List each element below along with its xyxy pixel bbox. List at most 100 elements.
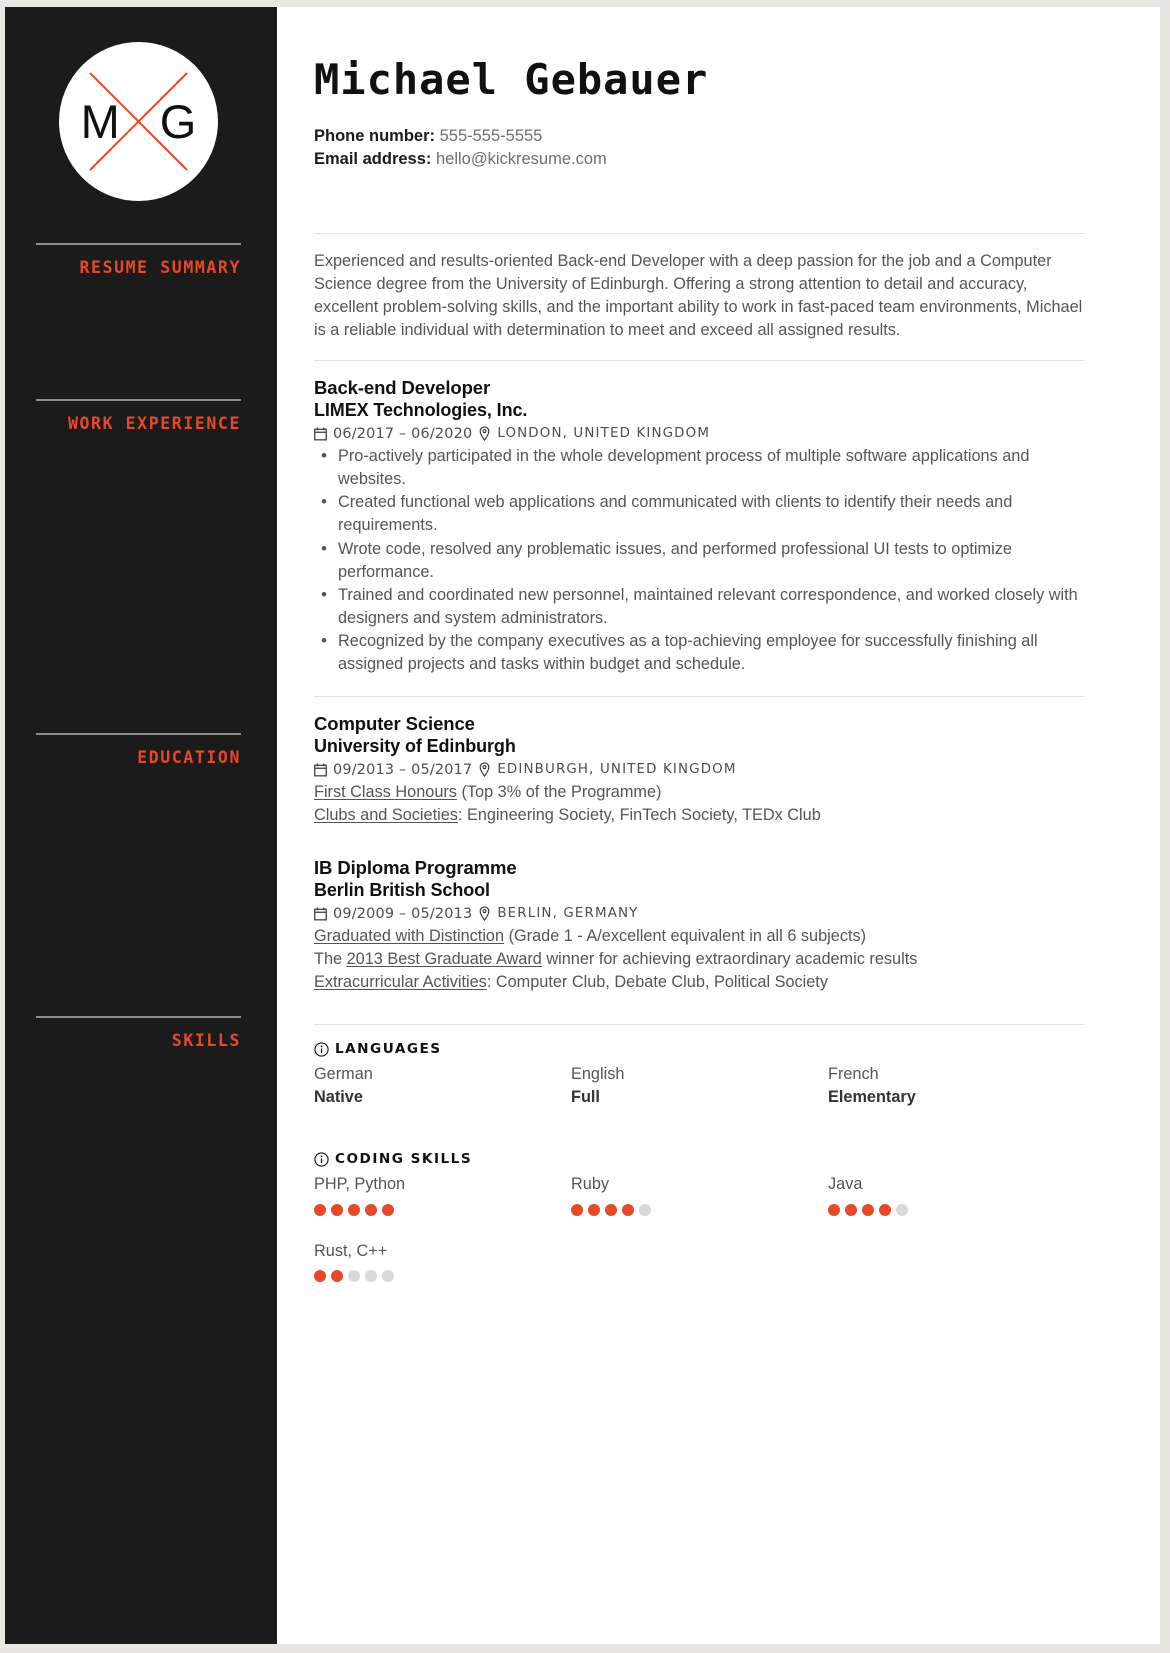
skill-name: Rust, C++ <box>314 1241 388 1260</box>
location-pin-icon <box>478 426 491 442</box>
avatar-initials: MG <box>80 95 237 148</box>
skill-rating-dots <box>828 1203 1075 1216</box>
skill-name: PHP, Python <box>314 1175 406 1194</box>
education-detail-emphasis: Graduated with Distinction <box>314 926 505 945</box>
education-detail-rest: winner for achieving extraordinary acade… <box>541 949 918 968</box>
language-item: English Full <box>571 1063 828 1109</box>
sidebar-divider <box>36 243 241 245</box>
sidebar-label-work-experience: WORK EXPERIENCE <box>67 414 241 433</box>
education-detail-rest: (Grade 1 - A/excellent equivalent in all… <box>504 926 867 945</box>
education-detail: Clubs and Societies: Engineering Society… <box>314 804 1085 827</box>
location-pin-icon <box>478 906 491 922</box>
sidebar-divider <box>36 399 241 401</box>
rating-dot-empty <box>382 1269 394 1282</box>
rating-dot-empty <box>639 1203 651 1216</box>
coding-skills-heading: CODING SKILLS <box>314 1151 1085 1167</box>
education-detail-emphasis: Clubs and Societies <box>314 806 458 825</box>
page-edge-bottom <box>0 1644 1170 1653</box>
work-meta: 06/2017 – 06/2020 LONDON, UNITED KINGDOM <box>314 426 1085 442</box>
education-entry: IB Diploma Programme Berlin British Scho… <box>314 857 1085 998</box>
location-pin-icon <box>478 762 491 778</box>
page-edge-right <box>1160 0 1170 1653</box>
education-location: EDINBURGH, UNITED KINGDOM <box>497 762 737 778</box>
education-dates: 09/2013 – 05/2017 <box>333 761 473 778</box>
sidebar-label-resume-summary: RESUME SUMMARY <box>79 258 241 277</box>
email-label: Email address: <box>314 150 432 169</box>
language-level: Elementary <box>828 1088 916 1107</box>
skill-item-empty <box>828 1240 1085 1282</box>
education-dates: 09/2009 – 05/2013 <box>333 905 473 922</box>
language-level: Full <box>571 1088 600 1107</box>
language-name: German <box>314 1065 373 1084</box>
avatar-wrap: MG <box>0 42 277 201</box>
work-location: LONDON, UNITED KINGDOM <box>497 426 711 442</box>
section-work-experience: Back-end Developer LIMEX Technologies, I… <box>314 361 1085 696</box>
skill-item: Java <box>828 1173 1085 1216</box>
education-detail-emphasis: First Class Honours <box>314 782 457 801</box>
education-detail-emphasis: Extracurricular Activities <box>314 972 487 991</box>
education-detail-prefix: The <box>314 949 347 968</box>
education-detail-emphasis: 2013 Best Graduate Award <box>346 949 542 968</box>
education-detail: Graduated with Distinction (Grade 1 - A/… <box>314 925 1085 948</box>
sidebar-item-skills: SKILLS <box>36 1016 241 1216</box>
languages-heading: LANGUAGES <box>314 1041 1085 1057</box>
page-title: Michael Gebauer <box>314 55 709 104</box>
work-bullet-list: Pro-actively participated in the whole d… <box>314 444 1085 676</box>
section-skills: LANGUAGES German Native English Full Fre… <box>314 1025 1085 1282</box>
language-name: English <box>571 1065 625 1084</box>
rating-dot-filled <box>365 1203 377 1216</box>
email-value: hello@kickresume.com <box>435 150 607 169</box>
education-school: Berlin British School <box>314 879 490 900</box>
skill-name: Ruby <box>571 1175 610 1194</box>
sidebar-sections: RESUME SUMMARY WORK EXPERIENCE EDUCATION… <box>0 243 277 1216</box>
language-name: French <box>828 1065 879 1084</box>
list-item: Wrote code, resolved any problematic iss… <box>314 537 1085 584</box>
sidebar-label-skills: SKILLS <box>171 1031 241 1050</box>
phone-value: 555-555-5555 <box>439 127 543 146</box>
list-item: Trained and coordinated new personnel, m… <box>314 583 1085 630</box>
rating-dot-filled <box>571 1203 583 1216</box>
education-school: University of Edinburgh <box>314 735 516 756</box>
info-icon <box>314 1152 329 1167</box>
education-meta: 09/2009 – 05/2013 BERLIN, GERMANY <box>314 906 1085 922</box>
education-meta: 09/2013 – 05/2017 EDINBURGH, UNITED KING… <box>314 762 1085 778</box>
education-detail: First Class Honours (Top 3% of the Progr… <box>314 781 1085 804</box>
rating-dot-filled <box>862 1203 874 1216</box>
rating-dot-filled <box>331 1203 343 1216</box>
list-item: Created functional web applications and … <box>314 490 1085 537</box>
education-detail: The 2013 Best Graduate Award winner for … <box>314 948 1085 971</box>
rating-dot-filled <box>314 1269 326 1282</box>
sidebar-divider <box>36 1016 241 1018</box>
contact-email: Email address: hello@kickresume.com <box>314 148 1085 171</box>
calendar-icon <box>314 907 327 921</box>
coding-skills-grid-row-2: Rust, C++ <box>314 1240 1085 1282</box>
education-detail-rest: : Engineering Society, FinTech Society, … <box>457 806 821 825</box>
language-item: German Native <box>314 1063 571 1109</box>
rating-dot-filled <box>605 1203 617 1216</box>
language-level: Native <box>314 1088 363 1107</box>
sidebar-item-education: EDUCATION <box>36 733 241 1016</box>
education-detail-rest: : Computer Club, Debate Club, Political … <box>486 972 828 991</box>
languages-grid: German Native English Full French Elemen… <box>314 1063 1085 1109</box>
rating-dot-empty <box>896 1203 908 1216</box>
work-entry: Back-end Developer LIMEX Technologies, I… <box>314 377 1085 680</box>
work-job-title: Back-end Developer <box>314 377 491 399</box>
education-degree: Computer Science <box>314 713 475 735</box>
skill-name: Java <box>828 1175 863 1194</box>
skill-rating-dots <box>314 1269 561 1282</box>
list-item: Recognized by the company executives as … <box>314 629 1085 676</box>
rating-dot-filled <box>382 1203 394 1216</box>
list-item: Pro-actively participated in the whole d… <box>314 444 1085 491</box>
skill-item-empty <box>571 1240 828 1282</box>
education-detail: Extracurricular Activities: Computer Clu… <box>314 971 1085 994</box>
page-edge-top <box>0 0 1170 7</box>
skill-rating-dots <box>571 1203 818 1216</box>
rating-dot-filled <box>314 1203 326 1216</box>
sidebar: MG RESUME SUMMARY WORK EXPERIENCE EDUCAT… <box>0 0 277 1653</box>
section-education: Computer Science University of Edinburgh… <box>314 697 1085 1024</box>
rating-dot-empty <box>348 1269 360 1282</box>
skill-item: Ruby <box>571 1173 828 1216</box>
rating-dot-filled <box>588 1203 600 1216</box>
page-edge-left <box>0 0 5 1653</box>
phone-label: Phone number: <box>314 127 436 146</box>
